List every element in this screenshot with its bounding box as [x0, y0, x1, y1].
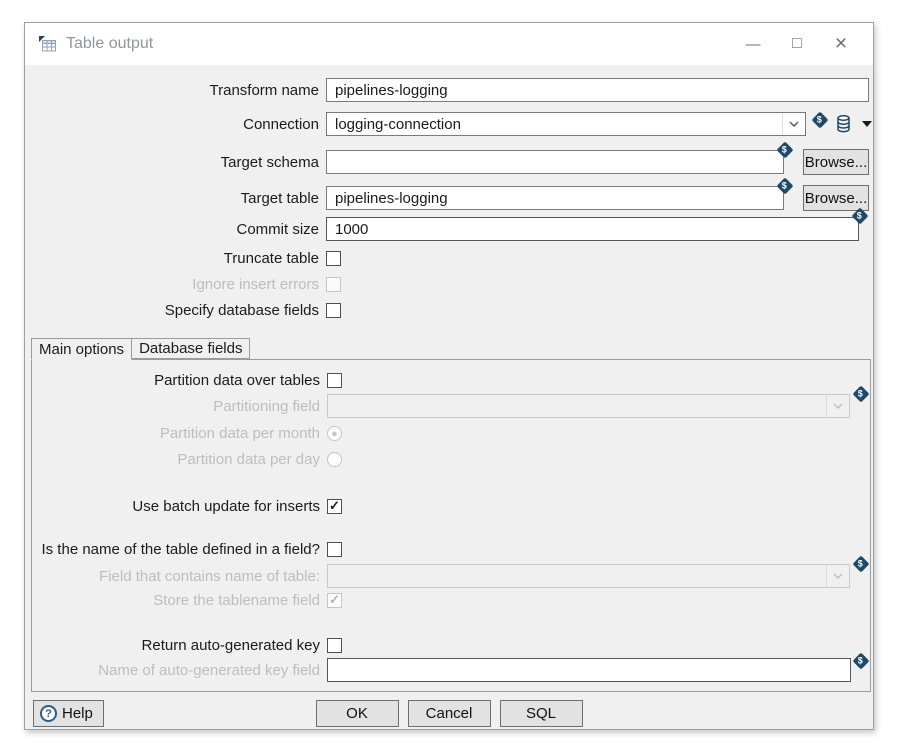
chevron-down-icon	[826, 565, 849, 587]
connection-menu-caret-icon[interactable]	[862, 121, 872, 127]
partition-per-day-radio	[327, 452, 342, 467]
target-schema-input[interactable]	[326, 150, 784, 174]
use-batch-update-label: Use batch update for inserts	[32, 498, 320, 515]
truncate-table-label: Truncate table	[25, 250, 319, 267]
variable-icon: $	[853, 653, 870, 670]
chevron-down-icon	[826, 395, 849, 417]
main-options-pane: Partition data over tables Partitioning …	[31, 359, 871, 692]
target-table-input[interactable]	[326, 186, 784, 210]
partitioning-field-label: Partitioning field	[32, 398, 320, 415]
connection-label: Connection	[25, 116, 319, 133]
target-table-label: Target table	[25, 190, 319, 207]
close-button[interactable]: ×	[819, 29, 863, 59]
titlebar: Table output — □ ×	[25, 23, 873, 65]
connection-value: logging-connection	[327, 113, 782, 135]
store-tablename-checkbox: ✓	[327, 593, 342, 608]
ok-button[interactable]: OK	[316, 700, 399, 727]
table-name-in-field-checkbox[interactable]	[327, 542, 342, 557]
tab-main-options[interactable]: Main options	[31, 338, 132, 360]
return-auto-key-label: Return auto-generated key	[32, 637, 320, 654]
connection-combo[interactable]: logging-connection	[326, 112, 806, 136]
tab-bar: Main options Database fields	[31, 337, 871, 359]
partition-per-day-label: Partition data per day	[32, 451, 320, 468]
table-output-dialog: Table output — □ × Transform name Connec…	[24, 22, 874, 730]
partitioning-field-combo	[327, 394, 850, 418]
auto-key-field-label: Name of auto-generated key field	[32, 662, 320, 679]
variable-icon: $	[853, 556, 870, 573]
variable-icon: $	[812, 111, 829, 128]
transform-name-label: Transform name	[25, 82, 319, 99]
truncate-table-checkbox[interactable]	[326, 251, 341, 266]
edit-connection-icon[interactable]	[836, 115, 851, 133]
maximize-icon: □	[792, 35, 802, 53]
footer: ? Help OK Cancel SQL	[25, 700, 873, 728]
auto-key-field-input[interactable]	[327, 658, 851, 682]
help-button[interactable]: ? Help	[33, 700, 104, 727]
specify-database-fields-label: Specify database fields	[25, 302, 319, 319]
table-name-in-field-label: Is the name of the table defined in a fi…	[32, 541, 320, 558]
partition-per-month-label: Partition data per month	[32, 425, 320, 442]
target-schema-label: Target schema	[25, 154, 319, 171]
chevron-down-icon[interactable]	[782, 113, 805, 135]
transform-name-input[interactable]	[326, 78, 869, 102]
tab-database-fields[interactable]: Database fields	[132, 338, 250, 359]
ignore-insert-errors-label: Ignore insert errors	[25, 276, 319, 293]
commit-size-label: Commit size	[25, 221, 319, 238]
partition-over-tables-label: Partition data over tables	[32, 372, 320, 389]
store-tablename-label: Store the tablename field	[32, 592, 320, 609]
use-batch-update-checkbox[interactable]: ✓	[327, 499, 342, 514]
partition-per-month-radio: ●	[327, 426, 342, 441]
minimize-icon: —	[746, 36, 761, 53]
help-icon: ?	[40, 705, 57, 722]
close-icon: ×	[835, 32, 847, 56]
window-title: Table output	[66, 35, 731, 53]
help-label: Help	[62, 705, 93, 722]
sql-button[interactable]: SQL	[500, 700, 583, 727]
maximize-button[interactable]: □	[775, 29, 819, 59]
options-tab-group: Main options Database fields Partition d…	[31, 337, 871, 692]
commit-size-input[interactable]	[326, 217, 859, 241]
table-output-step-icon	[38, 36, 57, 53]
ignore-insert-errors-checkbox	[326, 277, 341, 292]
field-contains-table-name-combo	[327, 564, 850, 588]
target-schema-browse-button[interactable]: Browse...	[803, 149, 869, 175]
return-auto-key-checkbox[interactable]	[327, 638, 342, 653]
field-contains-table-name-label: Field that contains name of table:	[32, 568, 320, 585]
specify-database-fields-checkbox[interactable]	[326, 303, 341, 318]
cancel-button[interactable]: Cancel	[408, 700, 491, 727]
partition-over-tables-checkbox[interactable]	[327, 373, 342, 388]
minimize-button[interactable]: —	[731, 29, 775, 59]
